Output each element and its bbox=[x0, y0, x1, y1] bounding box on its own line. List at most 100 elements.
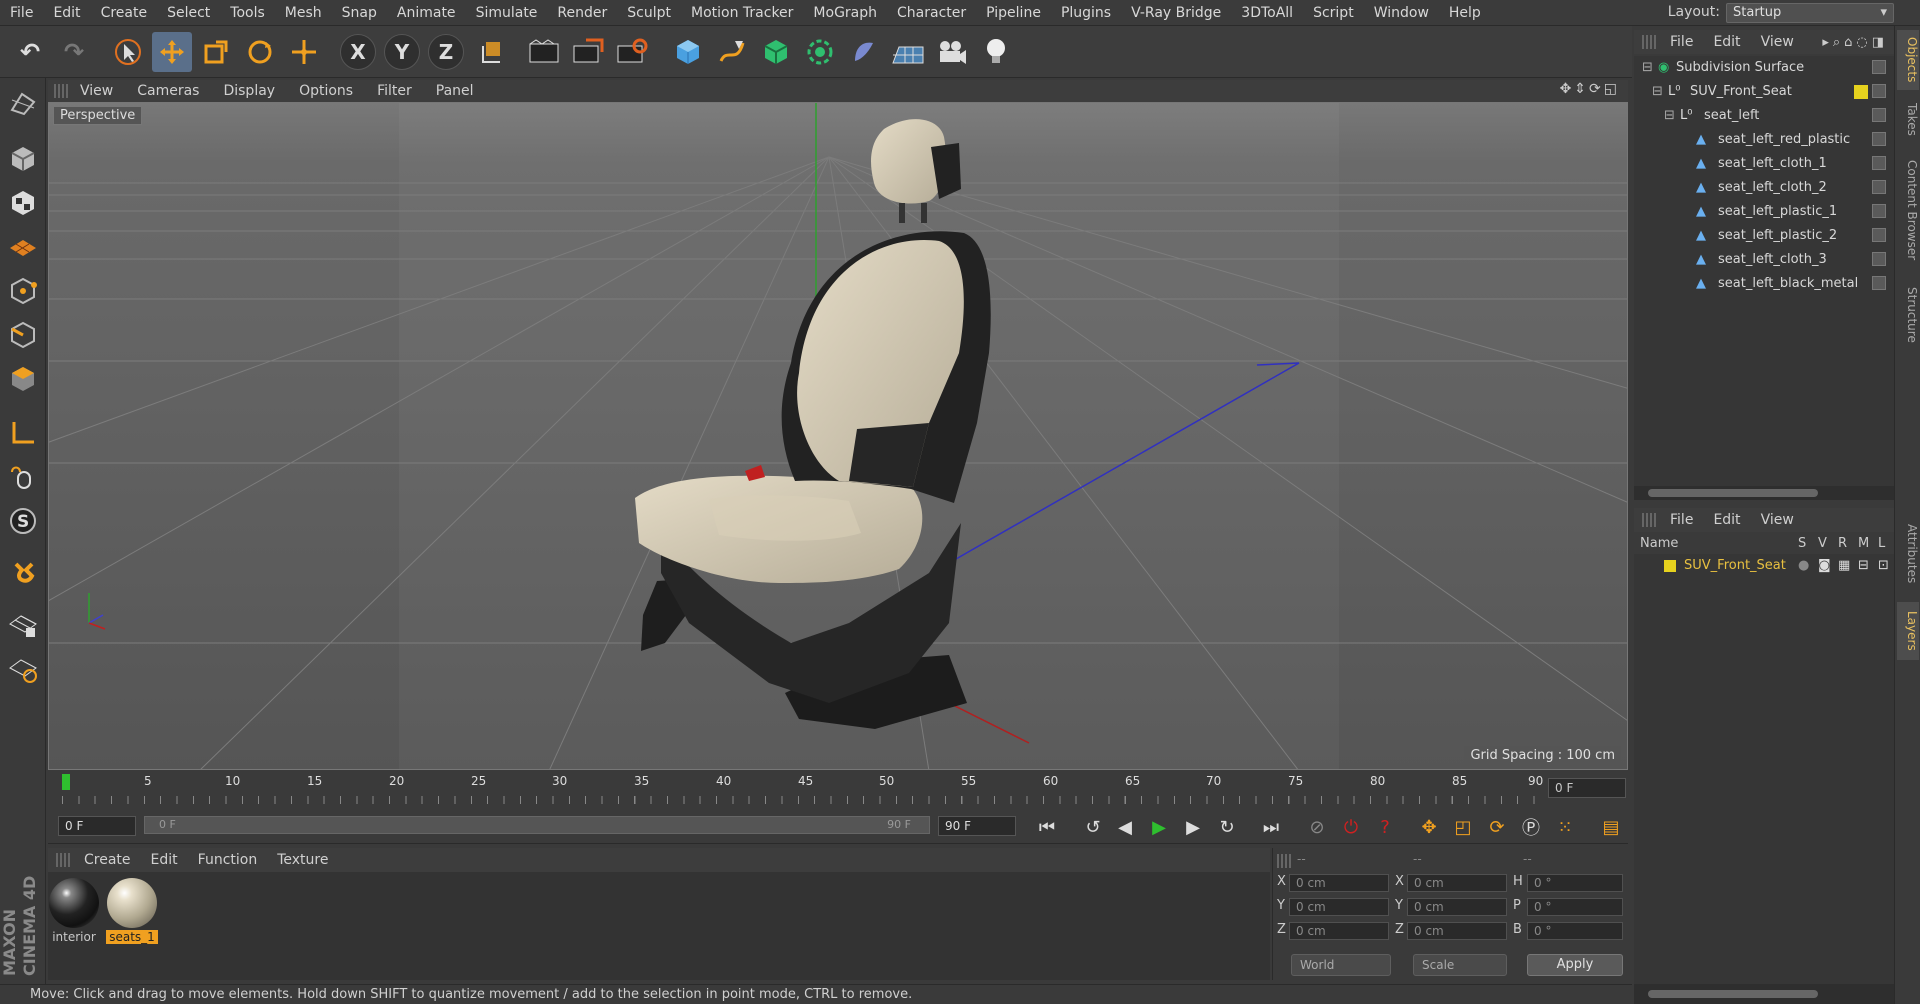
enable-toggle[interactable] bbox=[1872, 60, 1886, 74]
object-row[interactable]: ▲ seat_left_cloth_3 bbox=[1634, 248, 1894, 272]
layer-color-swatch[interactable] bbox=[1664, 560, 1676, 572]
menu-render[interactable]: Render bbox=[547, 5, 617, 21]
menu-motion-tracker[interactable]: Motion Tracker bbox=[681, 5, 803, 21]
panel-grip-icon[interactable] bbox=[1642, 35, 1656, 49]
tab-layers[interactable]: Layers bbox=[1897, 602, 1919, 660]
menu-3dtoall[interactable]: 3DToAll bbox=[1231, 5, 1303, 21]
panel-grip-icon[interactable] bbox=[1642, 513, 1656, 527]
layer-row[interactable]: SUV_Front_Seat ● ◙ ▦ ⊟ ⊡ bbox=[1634, 554, 1894, 578]
coordinate-system-icon[interactable] bbox=[472, 32, 512, 72]
axis-mode-icon[interactable] bbox=[4, 414, 42, 452]
edges-mode-icon[interactable] bbox=[4, 316, 42, 354]
timeline-window-icon[interactable]: ▤ bbox=[1598, 814, 1624, 840]
material-menu-function[interactable]: Function bbox=[188, 852, 268, 868]
menu-pipeline[interactable]: Pipeline bbox=[976, 5, 1051, 21]
viewport-menu-filter[interactable]: Filter bbox=[365, 83, 424, 99]
collapse-icon[interactable]: ⊟ bbox=[1642, 56, 1653, 80]
camera-icon[interactable] bbox=[932, 32, 972, 72]
enable-toggle[interactable] bbox=[1872, 204, 1886, 218]
planar-workplane-icon[interactable] bbox=[4, 650, 42, 688]
rotation-b-field[interactable]: 0 ° bbox=[1527, 922, 1623, 940]
frame-range-slider[interactable]: 0 F 90 F bbox=[144, 816, 930, 834]
go-to-end-icon[interactable]: ⏭ bbox=[1258, 814, 1284, 840]
make-editable-icon[interactable] bbox=[4, 84, 42, 122]
deformer-icon[interactable] bbox=[844, 32, 884, 72]
subdivision-surface-icon[interactable] bbox=[756, 32, 796, 72]
menu-plugins[interactable]: Plugins bbox=[1051, 5, 1121, 21]
viewport-menu-options[interactable]: Options bbox=[287, 83, 365, 99]
material-swatch[interactable]: interior bbox=[48, 878, 100, 948]
previous-key-icon[interactable]: ↺ bbox=[1080, 814, 1106, 840]
tab-objects[interactable]: Objects bbox=[1897, 30, 1919, 90]
lock-workplane-icon[interactable] bbox=[4, 606, 42, 644]
menu-mograph[interactable]: MoGraph bbox=[803, 5, 887, 21]
menu-edit[interactable]: Edit bbox=[43, 5, 90, 21]
transform-mode-dropdown[interactable]: Scale bbox=[1413, 954, 1507, 976]
end-frame-field[interactable]: 90 F bbox=[938, 816, 1016, 836]
cube-icon[interactable] bbox=[668, 32, 708, 72]
lock-toggle-icon[interactable]: ⊡ bbox=[1878, 554, 1889, 578]
polygons-mode-icon[interactable] bbox=[4, 360, 42, 398]
layout-select[interactable]: Startup bbox=[1726, 3, 1894, 23]
menu-simulate[interactable]: Simulate bbox=[466, 5, 548, 21]
menu-window[interactable]: Window bbox=[1364, 5, 1439, 21]
enable-toggle[interactable] bbox=[1872, 132, 1886, 146]
scrollbar-thumb[interactable] bbox=[1648, 990, 1818, 998]
object-menu-view[interactable]: View bbox=[1751, 34, 1804, 50]
live-select-icon[interactable] bbox=[284, 32, 324, 72]
layer-menu-file[interactable]: File bbox=[1660, 512, 1703, 528]
object-row[interactable]: ▲ seat_left_plastic_2 bbox=[1634, 224, 1894, 248]
key-scale-icon[interactable]: ◰ bbox=[1450, 814, 1476, 840]
menu-script[interactable]: Script bbox=[1303, 5, 1364, 21]
object-manager-tool-icons[interactable]: ▸⌕⌂◌◨ bbox=[1822, 35, 1888, 50]
tab-takes[interactable]: Takes bbox=[1897, 96, 1919, 142]
view-toggle-icon[interactable]: ◙ bbox=[1818, 554, 1831, 578]
viewport-menu-view[interactable]: View bbox=[68, 83, 125, 99]
viewport-camera-label[interactable]: Perspective bbox=[53, 106, 143, 125]
y-axis-lock-icon[interactable]: Y bbox=[384, 34, 420, 70]
tweak-mode-icon[interactable] bbox=[4, 458, 42, 496]
menu-help[interactable]: Help bbox=[1439, 5, 1491, 21]
layer-menu-edit[interactable]: Edit bbox=[1703, 512, 1750, 528]
material-menu-texture[interactable]: Texture bbox=[267, 852, 338, 868]
workplane-icon[interactable] bbox=[4, 228, 42, 266]
undo-icon[interactable]: ↶ bbox=[10, 32, 50, 72]
render-view-icon[interactable] bbox=[524, 32, 564, 72]
object-row[interactable]: ⊟ ◉ Subdivision Surface bbox=[1634, 56, 1894, 80]
rotation-p-field[interactable]: 0 ° bbox=[1527, 898, 1623, 916]
menu-sculpt[interactable]: Sculpt bbox=[617, 5, 681, 21]
auto-keying-icon[interactable]: ⏻ bbox=[1338, 814, 1364, 840]
x-axis-lock-icon[interactable]: X bbox=[340, 34, 376, 70]
layer-color-tag[interactable] bbox=[1854, 85, 1868, 99]
menu-mesh[interactable]: Mesh bbox=[275, 5, 332, 21]
select-cursor-icon[interactable] bbox=[108, 32, 148, 72]
snapping-icon[interactable]: S bbox=[4, 502, 42, 540]
go-to-start-icon[interactable]: ⏮ bbox=[1034, 814, 1060, 840]
panel-grip-icon[interactable] bbox=[54, 84, 68, 98]
panel-grip-icon[interactable] bbox=[1277, 854, 1291, 868]
menu-character[interactable]: Character bbox=[887, 5, 976, 21]
manager-toggle-icon[interactable]: ⊟ bbox=[1858, 554, 1869, 578]
menu-animate[interactable]: Animate bbox=[387, 5, 466, 21]
play-icon[interactable]: ▶ bbox=[1146, 814, 1172, 840]
tab-structure[interactable]: Structure bbox=[1897, 278, 1919, 352]
position-z-field[interactable]: 0 cm bbox=[1289, 922, 1389, 940]
texture-mode-icon[interactable] bbox=[4, 184, 42, 222]
viewport-menu-cameras[interactable]: Cameras bbox=[125, 83, 211, 99]
enable-toggle[interactable] bbox=[1872, 180, 1886, 194]
redo-icon[interactable]: ↷ bbox=[54, 32, 94, 72]
render-toggle-icon[interactable]: ▦ bbox=[1838, 554, 1850, 578]
collapse-icon[interactable]: ⊟ bbox=[1664, 104, 1675, 128]
object-list-scrollbar[interactable] bbox=[1634, 486, 1894, 500]
enable-toggle[interactable] bbox=[1872, 84, 1886, 98]
position-y-field[interactable]: 0 cm bbox=[1289, 898, 1389, 916]
enable-toggle[interactable] bbox=[1872, 252, 1886, 266]
timeline[interactable]: 0 5 10 15 20 25 30 35 40 45 50 55 60 65 … bbox=[48, 772, 1628, 806]
object-row[interactable]: ▲ seat_left_cloth_2 bbox=[1634, 176, 1894, 200]
record-keyframe-icon[interactable]: ⊘ bbox=[1304, 814, 1330, 840]
magnet-icon[interactable] bbox=[4, 554, 42, 592]
enable-toggle[interactable] bbox=[1872, 108, 1886, 122]
object-row[interactable]: ▲ seat_left_plastic_1 bbox=[1634, 200, 1894, 224]
key-pla-icon[interactable]: ⁙ bbox=[1552, 814, 1578, 840]
object-menu-edit[interactable]: Edit bbox=[1703, 34, 1750, 50]
